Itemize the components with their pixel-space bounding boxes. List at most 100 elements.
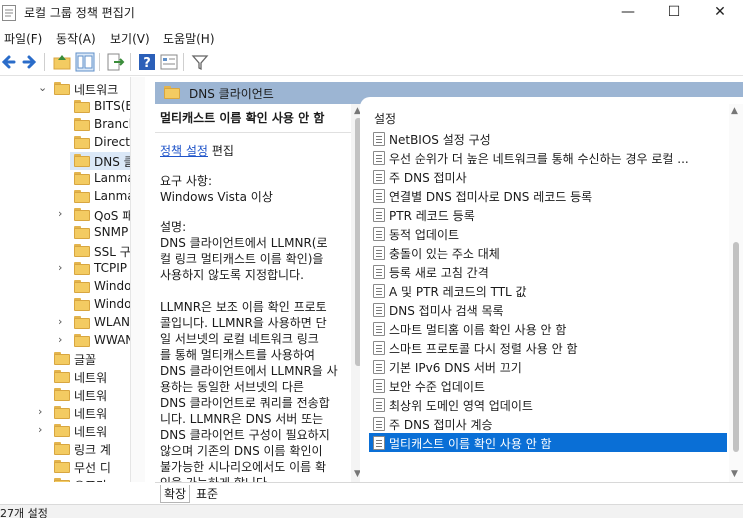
setting-row[interactable]: 주 DNS 접미사 xyxy=(369,167,727,186)
tree-item-label: 네트워 xyxy=(74,371,108,385)
chevron-right-icon[interactable]: › xyxy=(58,333,62,346)
description-line: DNS 클라이언트에서 LLMNR을 사 xyxy=(160,364,338,378)
description-line: 컬 링크 멀티캐스트 이름 확인)을 xyxy=(160,252,324,266)
properties-icon[interactable] xyxy=(159,52,179,72)
settings-list: NetBIOS 설정 구성우선 순위가 더 높은 네트워크를 통해 수신하는 경… xyxy=(369,129,729,470)
policy-setting-icon xyxy=(373,246,385,260)
folder-icon xyxy=(74,136,90,149)
folder-icon xyxy=(74,172,90,185)
setting-row[interactable]: 주 DNS 접미사 계승 xyxy=(369,414,727,433)
maximize-button[interactable]: ☐ xyxy=(651,0,697,26)
settings-scrollbar[interactable]: ▲ ▼ xyxy=(729,104,743,482)
tree-scrollbar[interactable] xyxy=(131,77,145,482)
chevron-down-icon[interactable]: ⌄ xyxy=(38,81,47,94)
description-line: 용하는 동일한 서브넷의 다른 xyxy=(160,380,304,394)
setting-row[interactable]: 최상위 도메인 영역 업데이트 xyxy=(369,395,727,414)
setting-label: 연결별 DNS 접미사로 DNS 레코드 등록 xyxy=(389,190,593,204)
menu-file[interactable]: 파일(F) xyxy=(4,30,42,47)
setting-label: 주 DNS 접미사 계승 xyxy=(389,418,493,432)
setting-row[interactable]: 기본 IPv6 DNS 서버 끄기 xyxy=(369,357,727,376)
tab-standard[interactable]: 표준 xyxy=(193,485,221,502)
folder-icon xyxy=(74,262,90,275)
setting-label: 등록 새로 고침 간격 xyxy=(389,266,489,280)
tree-item-label: SSL 구 xyxy=(94,245,131,259)
back-icon[interactable] xyxy=(0,52,18,72)
folder-icon xyxy=(74,244,90,257)
tab-extended[interactable]: 확장 xyxy=(160,485,191,503)
chevron-right-icon[interactable]: › xyxy=(38,405,42,418)
setting-label: 동적 업데이트 xyxy=(389,228,460,242)
detail-header-title: DNS 클라이언트 xyxy=(189,87,274,101)
settings-column-header[interactable]: 설정 xyxy=(374,110,396,127)
policy-setting-icon xyxy=(373,265,385,279)
close-button[interactable]: ✕ xyxy=(697,0,743,26)
scroll-up-icon[interactable]: ▲ xyxy=(731,106,738,116)
setting-row[interactable]: 등록 새로 고침 간격 xyxy=(369,262,727,281)
forward-icon[interactable] xyxy=(20,52,40,72)
description-label: 설명: xyxy=(160,220,187,234)
tree-item-label: 네트워 xyxy=(74,407,108,421)
view-tabs: 확장 표준 xyxy=(155,482,743,504)
setting-label: 스마트 멀티홈 이름 확인 사용 안 함 xyxy=(389,323,567,337)
menu-action[interactable]: 동작(A) xyxy=(56,30,96,47)
setting-label: A 및 PTR 레코드의 TTL 값 xyxy=(389,285,527,299)
chevron-right-icon[interactable]: › xyxy=(38,423,42,436)
policy-setting-icon xyxy=(373,170,385,184)
tree-item-label: Lanma xyxy=(94,171,135,185)
tree-item-label: DNS 클 xyxy=(94,155,135,169)
tree-item-label: TCPIP xyxy=(94,261,128,275)
menu-view[interactable]: 보기(V) xyxy=(110,30,150,47)
setting-row[interactable]: 동적 업데이트 xyxy=(369,224,727,243)
setting-row[interactable]: NetBIOS 설정 구성 xyxy=(369,129,727,148)
setting-row[interactable]: A 및 PTR 레코드의 TTL 값 xyxy=(369,281,727,300)
folder-icon xyxy=(74,280,90,293)
policy-title: 멀티캐스트 이름 확인 사용 안 함 xyxy=(160,111,325,125)
tree-item-label: SNMP xyxy=(94,225,129,239)
folder-icon xyxy=(74,316,90,329)
scroll-down-icon[interactable]: ▼ xyxy=(731,469,738,479)
description-line: 않으며 기존의 DNS 이름 확인이 xyxy=(160,444,323,458)
setting-row[interactable]: 충돌이 있는 주소 대체 xyxy=(369,243,727,262)
setting-row[interactable]: 우선 순위가 더 높은 네트워크를 통해 수신하는 경우 로컬 ... xyxy=(369,148,727,167)
description-line: 니다. LLMNR은 DNS 서버 또는 xyxy=(160,412,324,426)
tree-item-label: Windo xyxy=(94,279,132,293)
setting-label: 우선 순위가 더 높은 네트워크를 통해 수신하는 경우 로컬 ... xyxy=(389,152,689,166)
setting-label: 멀티캐스트 이름 확인 사용 안 함 xyxy=(389,437,552,451)
status-text: 27개 설정 xyxy=(0,507,48,518)
policy-setting-icon xyxy=(373,284,385,298)
filter-icon[interactable] xyxy=(190,52,210,72)
chevron-right-icon[interactable]: › xyxy=(58,315,62,328)
setting-row[interactable]: 스마트 프로토콜 다시 정렬 사용 안 함 xyxy=(369,338,727,357)
setting-row[interactable]: 멀티캐스트 이름 확인 사용 안 함 xyxy=(369,433,727,452)
edit-policy-link[interactable]: 정책 설정 xyxy=(160,144,208,158)
edit-policy-line: 정책 설정 편집 xyxy=(160,143,234,159)
help-icon[interactable]: ? xyxy=(137,52,157,72)
setting-row[interactable]: 보안 수준 업데이트 xyxy=(369,376,727,395)
description-line: 사용하지 않도록 지정합니다. xyxy=(160,268,304,282)
setting-row[interactable]: DNS 접미사 검색 목록 xyxy=(369,300,727,319)
policy-setting-icon xyxy=(373,360,385,374)
setting-row[interactable]: 연결별 DNS 접미사로 DNS 레코드 등록 xyxy=(369,186,727,205)
tree-item-label: 링크 계 xyxy=(74,443,111,457)
divider xyxy=(155,132,351,133)
description-line: DNS 클라이언트로 쿼리를 전송합 xyxy=(160,396,330,410)
scroll-thumb[interactable] xyxy=(733,242,739,452)
menu-help[interactable]: 도움말(H) xyxy=(163,30,215,47)
setting-row[interactable]: PTR 레코드 등록 xyxy=(369,205,727,224)
export-list-icon[interactable] xyxy=(105,52,125,72)
policy-setting-icon xyxy=(373,227,385,241)
folder-icon xyxy=(74,226,90,239)
folder-icon xyxy=(54,388,70,401)
show-hide-tree-icon[interactable] xyxy=(75,52,95,72)
chevron-right-icon[interactable]: › xyxy=(58,207,62,220)
chevron-right-icon[interactable]: › xyxy=(58,261,62,274)
description-line: 를 통해 멀티캐스트를 사용하여 xyxy=(160,348,315,362)
tree-item-label: Lanma xyxy=(94,189,135,203)
setting-row[interactable]: 스마트 멀티홈 이름 확인 사용 안 함 xyxy=(369,319,727,338)
setting-label: NetBIOS 설정 구성 xyxy=(389,133,491,147)
up-folder-icon[interactable] xyxy=(52,52,72,72)
folder-icon xyxy=(74,154,90,167)
minimize-button[interactable]: — xyxy=(605,0,651,26)
folder-icon xyxy=(54,424,70,437)
folder-icon xyxy=(54,442,70,455)
